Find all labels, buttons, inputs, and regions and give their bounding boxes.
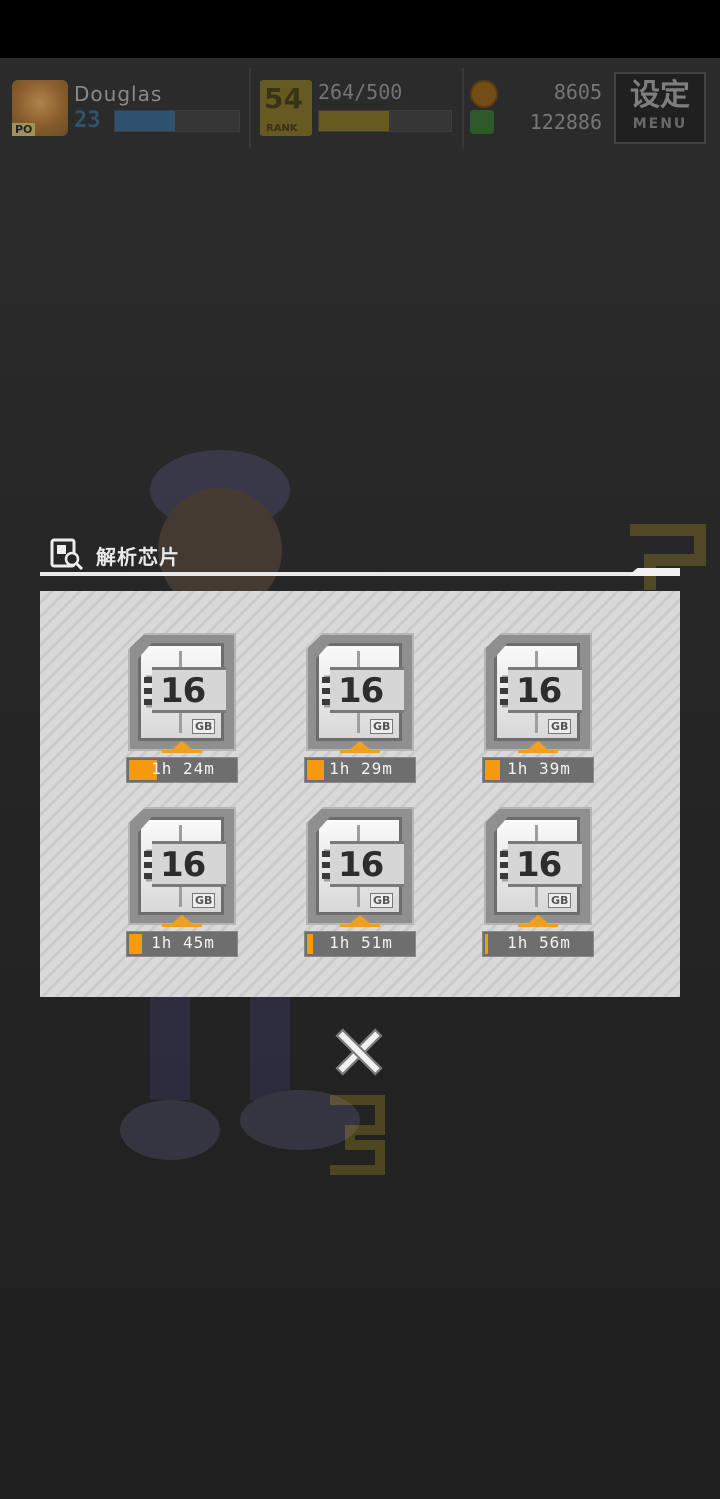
chip-timer-bar: 1h 45m — [126, 931, 238, 957]
chip-pins — [144, 677, 152, 705]
background-decoration-left — [330, 1095, 385, 1175]
menu-label: MENU — [632, 116, 688, 132]
status-bar — [0, 0, 720, 58]
rank-bar-fill — [319, 111, 389, 131]
chip-size: 16 — [160, 845, 206, 885]
chip-timer-bar: 1h 56m — [482, 931, 594, 957]
background-decoration-right — [630, 524, 706, 590]
rank-icon: 54 RANK — [260, 80, 312, 136]
player-level: 23 — [74, 108, 101, 133]
chip-arrow-base — [518, 924, 558, 927]
chip-up-arrow-icon — [527, 741, 549, 750]
close-button[interactable] — [333, 1026, 385, 1078]
chip-pins — [322, 677, 330, 705]
chip-search-icon — [50, 538, 84, 570]
analysis-chip-card[interactable]: 16 GB 1h 39m — [482, 633, 594, 785]
chip-unit: GB — [548, 719, 572, 734]
hud-divider — [249, 68, 251, 148]
chip-timer-label: 1h 39m — [507, 759, 571, 778]
chip-size: 16 — [338, 845, 384, 885]
exp-bar-fill — [115, 111, 175, 131]
chip-arrow-base — [162, 750, 202, 753]
chip-up-arrow-icon — [349, 915, 371, 924]
chip-up-arrow-icon — [171, 915, 193, 924]
rank-label: RANK — [266, 123, 298, 134]
chip-arrow-base — [162, 924, 202, 927]
chip-up-arrow-icon — [349, 741, 371, 750]
analysis-chip-card[interactable]: 16 GB 1h 29m — [304, 633, 416, 785]
chip-pins — [500, 677, 508, 705]
analysis-chip-card[interactable]: 16 GB 1h 24m — [126, 633, 238, 785]
rank-bar — [318, 110, 452, 132]
chip-size: 16 — [516, 845, 562, 885]
rank-number: 54 — [264, 82, 303, 115]
menu-button[interactable]: 设定 MENU — [614, 72, 706, 144]
analysis-chip-card[interactable]: 16 GB 1h 56m — [482, 807, 594, 959]
hud-divider — [462, 68, 464, 148]
chip-timer-bar: 1h 29m — [304, 757, 416, 783]
analysis-chip-card[interactable]: 16 GB 1h 51m — [304, 807, 416, 959]
exp-bar — [114, 110, 240, 132]
chip-pins — [500, 851, 508, 879]
chip-pins — [322, 851, 330, 879]
chip-size: 16 — [160, 671, 206, 711]
chip-pins — [144, 851, 152, 879]
chip-unit: GB — [370, 719, 394, 734]
gold-coin-icon — [470, 80, 498, 108]
avatar-tag: PO — [12, 123, 36, 136]
chip-timer-label: 1h 56m — [507, 933, 571, 952]
chip-timer-bar: 1h 39m — [482, 757, 594, 783]
chip-unit: GB — [192, 719, 216, 734]
dialog-title: 解析芯片 — [96, 545, 180, 569]
chip-timer-bar: 1h 24m — [126, 757, 238, 783]
menu-kanji: 设定 — [630, 78, 690, 113]
player-avatar[interactable]: PO — [12, 80, 68, 136]
chip-up-arrow-icon — [171, 741, 193, 750]
chip-up-arrow-icon — [527, 915, 549, 924]
chip-timer-label: 1h 29m — [329, 759, 393, 778]
chip-size: 16 — [516, 671, 562, 711]
chip-arrow-base — [518, 750, 558, 753]
chip-unit: GB — [548, 893, 572, 908]
rank-progress-text: 264/500 — [318, 80, 403, 104]
green-gem-icon — [470, 110, 494, 134]
chip-arrow-base — [340, 924, 380, 927]
dialog-header-line — [40, 572, 680, 576]
analysis-chip-card[interactable]: 16 GB 1h 45m — [126, 807, 238, 959]
chip-size: 16 — [338, 671, 384, 711]
gold-amount: 8605 — [553, 80, 602, 104]
chip-arrow-base — [340, 750, 380, 753]
silver-amount: 122886 — [529, 110, 602, 134]
chip-analysis-panel: 16 GB 1h 24m 16 GB 1h 29m 16 GB 1h 39m 16 GB 1h 45m… — [40, 591, 680, 997]
top-hud: PO Douglas 23 54 RANK 264/500 8605 12288… — [0, 58, 720, 158]
chip-timer-label: 1h 45m — [151, 933, 215, 952]
player-name: Douglas — [74, 82, 163, 106]
chip-unit: GB — [370, 893, 394, 908]
chip-timer-bar: 1h 51m — [304, 931, 416, 957]
chip-timer-label: 1h 51m — [329, 933, 393, 952]
chip-unit: GB — [192, 893, 216, 908]
chip-timer-label: 1h 24m — [151, 759, 215, 778]
